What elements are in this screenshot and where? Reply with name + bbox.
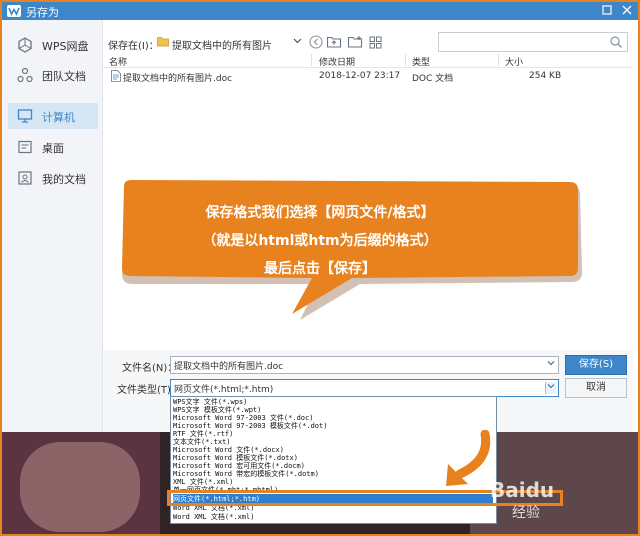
image-border xyxy=(0,0,640,536)
